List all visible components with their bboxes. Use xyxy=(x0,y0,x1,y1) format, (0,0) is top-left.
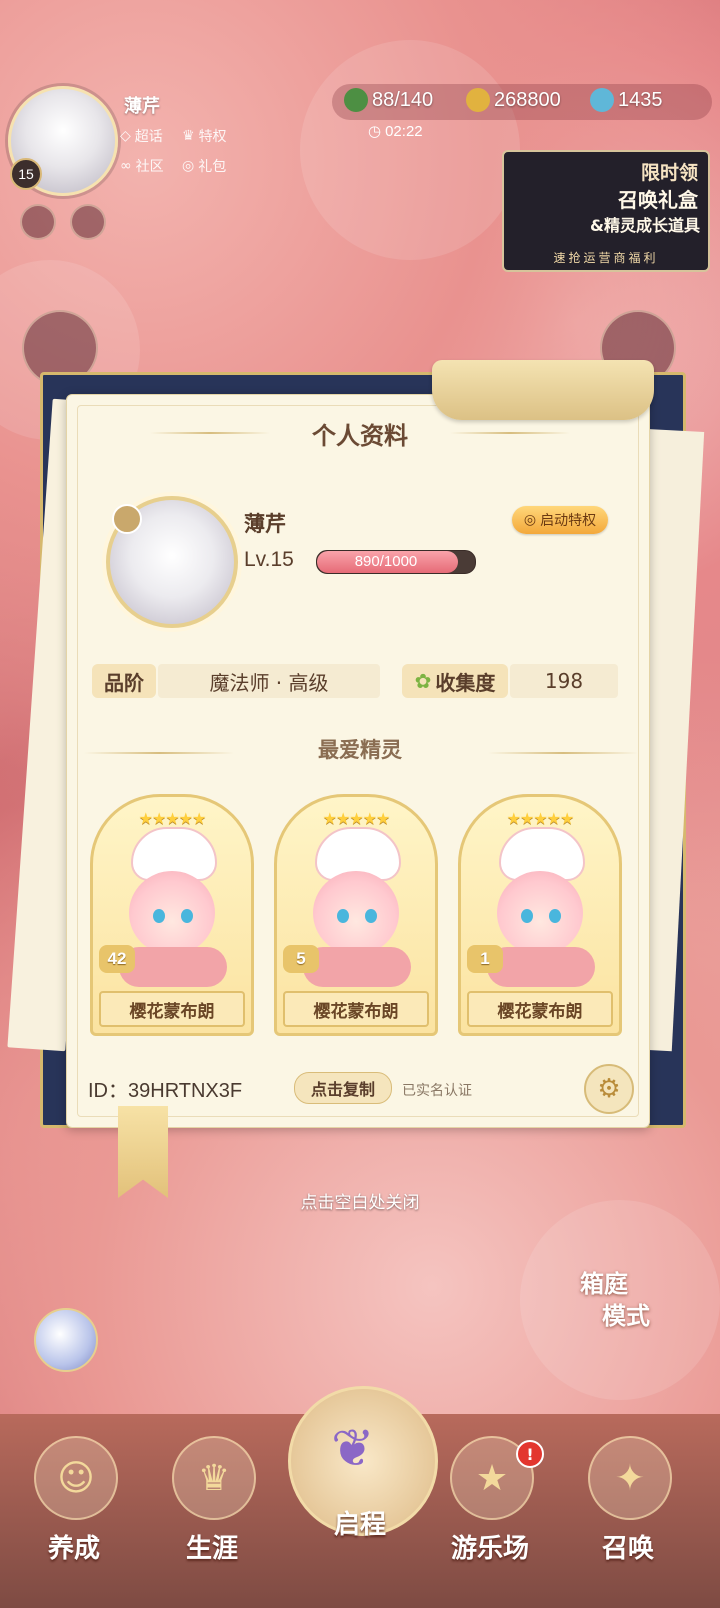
collection-value: 198 xyxy=(510,664,618,698)
mail-icon[interactable] xyxy=(20,204,56,240)
crown-icon: ♛ xyxy=(182,128,195,144)
nav-career[interactable]: ♛ 生涯 xyxy=(152,1436,272,1586)
gift-link[interactable]: ◎ 礼包 xyxy=(182,156,226,176)
rank-label: 品阶 xyxy=(92,664,156,698)
spirit-level: 5 xyxy=(283,945,319,973)
notification-badge: ! xyxy=(516,1440,544,1468)
wechat-icon: ◎ xyxy=(182,158,195,174)
promo-banner[interactable]: 限时领 召唤礼盒 &精灵成长道具 速抢运营商福利 xyxy=(502,150,710,272)
community-link[interactable]: ∞ 社区 xyxy=(120,156,164,176)
spirit-name: 樱花蒙布朗 xyxy=(467,991,613,1027)
spirit-level: 42 xyxy=(99,945,135,973)
profile-level: Lv.15 xyxy=(244,548,294,571)
coin-icon xyxy=(466,88,490,112)
stamina-counter[interactable]: 88/140 xyxy=(344,88,433,112)
character-icon: ☺ xyxy=(34,1436,118,1520)
community-icon: ∞ xyxy=(120,158,132,174)
player-level-badge: 15 xyxy=(10,158,42,190)
gold-counter[interactable]: 268800 xyxy=(466,88,561,112)
rank-value: 魔法师 · 高级 xyxy=(158,664,380,698)
card-icon: ✦ xyxy=(588,1436,672,1520)
favorite-spirit-card[interactable]: ★★★★★ 5 樱花蒙布朗 xyxy=(274,794,438,1036)
close-hint: 点击空白处关闭 xyxy=(300,1193,420,1213)
promo-line3: &精灵成长道具 xyxy=(590,216,700,235)
xp-bar: 890/1000 xyxy=(316,550,476,574)
verified-status: 已实名认证 xyxy=(402,1083,472,1099)
spirit-name: 樱花蒙布朗 xyxy=(99,991,245,1027)
nav-cultivate[interactable]: ☺ 养成 xyxy=(14,1436,134,1586)
spirit-portrait xyxy=(313,871,399,955)
favorite-spirit-card[interactable]: ★★★★★ 42 樱花蒙布朗 xyxy=(90,794,254,1036)
collection-label: ✿ 收集度 xyxy=(402,664,508,698)
crown-icon: ♛ xyxy=(172,1436,256,1520)
player-name: 薄芹 xyxy=(124,96,160,117)
stamina-timer: ◷ 02:22 xyxy=(368,122,423,141)
privilege-link[interactable]: ♛ 特权 xyxy=(182,126,227,146)
super-topic-link[interactable]: ◇ 超话 xyxy=(120,126,163,146)
gem-counter[interactable]: 1435 xyxy=(590,88,663,112)
courtyard-mode-button[interactable]: 箱庭 模式 xyxy=(580,1268,700,1364)
panel-crown-ornament xyxy=(432,360,654,420)
moon-orb-icon[interactable] xyxy=(34,1308,98,1372)
nav-journey-label: 启程 xyxy=(333,1510,386,1540)
copy-id-button[interactable]: 点击复制 xyxy=(294,1072,392,1104)
spirit-scarf xyxy=(303,947,411,987)
player-id: ID：39HRTNX3F xyxy=(88,1080,243,1102)
nav-summon[interactable]: ✦ 召唤 xyxy=(568,1436,688,1586)
favorite-spirit-card[interactable]: ★★★★★ 1 樱花蒙布朗 xyxy=(458,794,622,1036)
eye-icon[interactable] xyxy=(70,204,106,240)
favorite-spirits-title: 最爱精灵 xyxy=(318,738,402,762)
flower-icon: ✿ xyxy=(414,669,432,693)
spirit-level: 1 xyxy=(467,945,503,973)
promo-line2: 召唤礼盒 xyxy=(618,188,698,212)
profile-title: 个人资料 xyxy=(312,422,408,450)
star-rating: ★★★★★ xyxy=(138,809,207,828)
promo-line4: 速抢运营商福利 xyxy=(553,251,659,265)
gem-icon xyxy=(590,88,614,112)
star-rating: ★★★★★ xyxy=(506,809,575,828)
book-icon: ❦ xyxy=(331,1419,375,1479)
spirit-portrait xyxy=(129,871,215,955)
spirit-portrait xyxy=(497,871,583,955)
spirit-scarf xyxy=(119,947,227,987)
avatar-frame-badge xyxy=(112,504,142,534)
profile-name: 薄芹 xyxy=(244,512,286,536)
gear-icon[interactable]: ⚙ xyxy=(584,1064,634,1114)
spirit-name: 樱花蒙布朗 xyxy=(283,991,429,1027)
activate-privilege-button[interactable]: ◎ 启动特权 xyxy=(512,506,608,534)
diamond-icon: ◇ xyxy=(120,128,131,144)
xp-text: 890/1000 xyxy=(354,553,418,570)
clover-icon xyxy=(344,88,368,112)
profile-avatar[interactable] xyxy=(106,496,238,628)
clock-icon: ◷ xyxy=(368,123,382,140)
star-rating: ★★★★★ xyxy=(322,809,391,828)
spirit-scarf xyxy=(487,947,595,987)
promo-line1: 限时领 xyxy=(640,162,698,184)
wechat-icon: ◎ xyxy=(523,512,537,528)
